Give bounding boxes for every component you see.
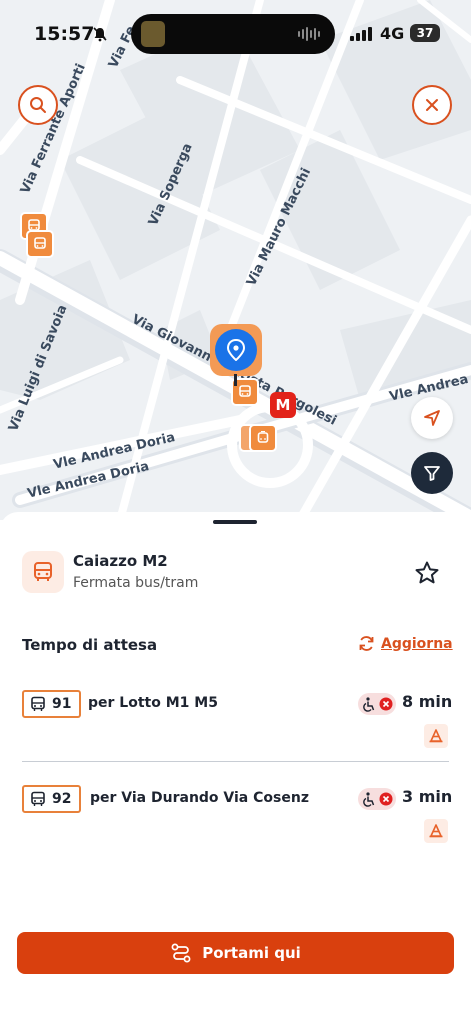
realtime-indicator (424, 724, 448, 748)
line-number: 91 (52, 696, 72, 712)
wheelchair-icon (362, 696, 374, 712)
departure-divider (22, 761, 449, 762)
status-time: 15:57 (34, 23, 95, 45)
stop-type: Fermata bus/tram (73, 575, 199, 591)
bus-icon (31, 696, 45, 711)
bus-stop-marker[interactable] (26, 230, 54, 258)
line-badge: 91 (22, 690, 82, 718)
departure-destination: per Via Durando Via Cosenz (90, 790, 309, 806)
filter-icon (424, 466, 440, 481)
accessibility-badge (358, 788, 396, 810)
network-type: 4G (380, 24, 405, 43)
sheet-drag-handle[interactable] (213, 520, 257, 524)
search-button[interactable] (18, 85, 58, 125)
filter-button[interactable] (411, 452, 453, 494)
departure-row[interactable]: 92 per Via Durando Via Cosenz 3 min (0, 785, 471, 865)
realtime-cone-icon (429, 824, 443, 838)
signal-icon (350, 27, 372, 41)
locate-me-button[interactable] (411, 397, 453, 439)
line-number: 92 (52, 791, 72, 807)
search-icon (30, 97, 46, 113)
favorite-star-icon[interactable] (414, 560, 440, 586)
close-icon (426, 99, 438, 111)
take-me-here-button[interactable]: Portami qui (17, 932, 454, 974)
refresh-icon (359, 636, 374, 651)
not-available-icon (379, 792, 392, 806)
bus-icon (34, 237, 46, 249)
bell-muted-icon (93, 27, 107, 42)
media-thumbnail (141, 21, 165, 47)
bus-icon (239, 385, 251, 397)
line-badge: 92 (22, 785, 82, 813)
wait-time-heading: Tempo di attesa (22, 636, 158, 654)
refresh-label[interactable]: Aggiorna (381, 636, 453, 652)
dynamic-island (131, 14, 335, 54)
metro-stop-marker[interactable]: M (270, 392, 296, 418)
realtime-cone-icon (429, 729, 443, 743)
take-me-here-label[interactable]: Portami qui (202, 944, 301, 962)
stop-name: Caiazzo M2 (73, 552, 168, 570)
arrival-minutes: 3 min (402, 787, 453, 806)
departure-row[interactable]: 91 per Lotto M1 M5 8 min (0, 690, 471, 770)
close-button[interactable] (412, 85, 452, 125)
metro-label: M (275, 396, 291, 414)
arrival-minutes: 8 min (402, 692, 453, 711)
selected-location-pin[interactable] (210, 324, 262, 376)
stop-details-sheet: Caiazzo M2 Fermata bus/tram Tempo di att… (0, 512, 471, 1024)
accessibility-badge (358, 693, 396, 715)
tram-stop-marker[interactable] (249, 424, 277, 452)
refresh-button[interactable]: Aggiorna (358, 635, 453, 652)
pin-stem (234, 374, 237, 386)
status-bar: 15:57 4G 37 (0, 0, 471, 66)
stop-type-icon (22, 551, 64, 593)
map-view[interactable]: Via Ferrante Aporti Via Soperga Via Maur… (0, 0, 471, 520)
departure-destination: per Lotto M1 M5 (88, 695, 218, 711)
tram-icon (257, 431, 269, 443)
not-available-icon (379, 697, 392, 711)
bus-icon (34, 562, 52, 581)
realtime-indicator (424, 819, 448, 843)
audio-wave-icon (298, 27, 320, 41)
wheelchair-icon (362, 791, 374, 807)
location-pin-icon (226, 339, 246, 361)
battery-indicator: 37 (410, 24, 440, 42)
navigation-arrow-icon (424, 410, 440, 426)
route-icon (171, 943, 191, 963)
bus-icon (31, 791, 45, 806)
